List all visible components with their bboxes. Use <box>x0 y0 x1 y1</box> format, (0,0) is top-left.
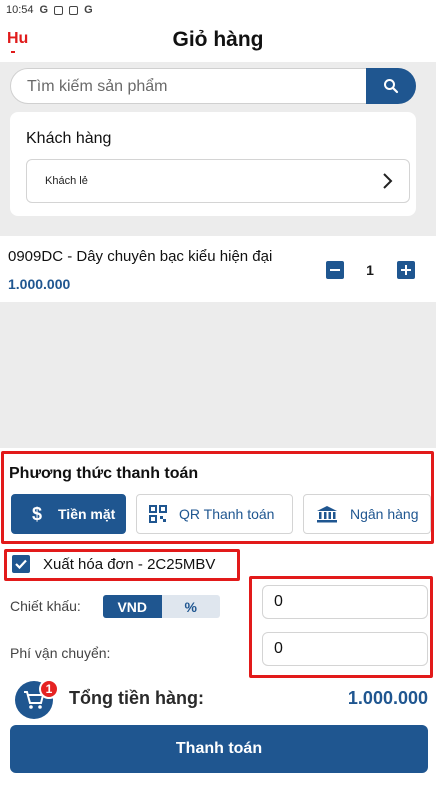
discount-type-toggle[interactable]: VND % <box>103 595 220 618</box>
discount-label: Chiết khấu: <box>10 598 81 614</box>
product-name: 0909DC - Dây chuyên bạc kiểu hiện đại <box>8 248 273 265</box>
invoice-label: Xuất hóa đơn - 2C25MBV <box>43 555 216 573</box>
decrease-quantity-button[interactable] <box>326 261 344 279</box>
payment-cash-label: Tiền mặt <box>58 506 116 522</box>
status-bar: 10:54 G G <box>0 0 436 20</box>
qr-code-icon <box>149 505 167 523</box>
total-value: 1.000.000 <box>347 688 428 708</box>
page-title: Giỏ hàng <box>172 28 264 51</box>
app-header: Hu Giỏ hàng <box>0 20 436 62</box>
google-icon: G <box>39 4 49 16</box>
chevron-right-icon <box>383 173 393 189</box>
invoice-checkbox-row[interactable]: Xuất hóa đơn - 2C25MBV <box>12 555 215 573</box>
bank-icon <box>316 505 338 523</box>
status-time: 10:54 <box>6 4 34 16</box>
cart-item: 0909DC - Dây chuyên bạc kiểu hiện đại 1.… <box>0 236 436 302</box>
plus-icon <box>401 265 411 275</box>
payment-bank-label: Ngân hàng <box>350 506 419 522</box>
shipping-fee-input[interactable]: 0 <box>262 632 428 666</box>
payment-qr-button[interactable]: QR Thanh toán <box>136 494 293 534</box>
payment-qr-label: QR Thanh toán <box>179 506 275 522</box>
discount-vnd-option[interactable]: VND <box>103 595 162 618</box>
total-label: Tổng tiền hàng: <box>69 688 204 708</box>
search-button[interactable] <box>366 68 416 104</box>
search-bar[interactable]: Tìm kiếm sản phẩm <box>10 68 416 104</box>
minus-icon <box>330 269 340 271</box>
discount-input[interactable]: 0 <box>262 585 428 619</box>
square-icon <box>69 5 79 15</box>
customer-label: Khách hàng <box>26 130 112 147</box>
search-input[interactable]: Tìm kiếm sản phẩm <box>27 78 167 96</box>
discount-percent-option[interactable]: % <box>162 595 221 618</box>
total-row: 1 Tổng tiền hàng: 1.000.000 <box>0 676 436 720</box>
customer-card: Khách hàng Khách lẻ <box>10 112 416 216</box>
dollar-icon: $ <box>31 503 42 524</box>
google-icon: G <box>84 4 93 16</box>
customer-select[interactable]: Khách lẻ <box>26 159 410 203</box>
payment-bank-button[interactable]: Ngân hàng <box>303 494 431 534</box>
cart-count-badge: 1 <box>39 679 59 699</box>
top-section: Tìm kiếm sản phẩm Khách hàng Khách lẻ <box>0 62 436 230</box>
customer-value: Khách lẻ <box>45 175 88 187</box>
search-icon <box>384 79 399 94</box>
checkout-button[interactable]: Thanh toán <box>10 725 428 773</box>
payment-cash-button[interactable]: $ Tiền mặt <box>11 494 126 534</box>
quantity-value: 1 <box>366 262 374 278</box>
payment-title: Phương thức thanh toán <box>9 465 199 482</box>
invoice-checkbox[interactable] <box>12 555 30 573</box>
product-price: 1.000.000 <box>8 276 71 292</box>
check-icon <box>15 559 27 570</box>
photo-icon <box>54 5 64 15</box>
shipping-label: Phí vận chuyển: <box>10 645 111 661</box>
increase-quantity-button[interactable] <box>397 261 415 279</box>
